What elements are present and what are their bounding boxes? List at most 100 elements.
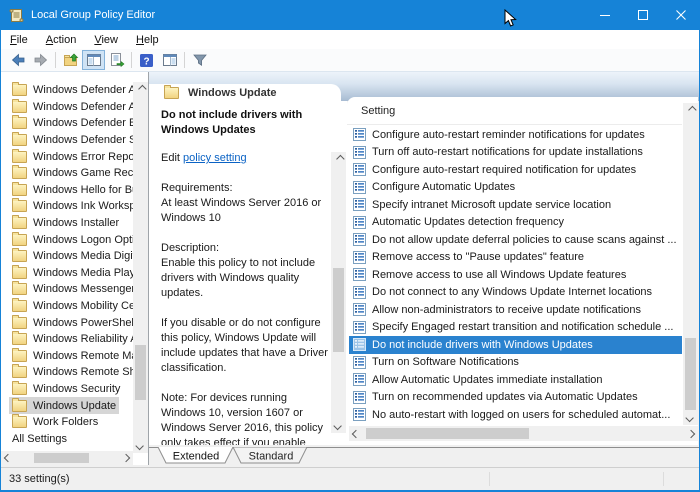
setting-row-selected[interactable]: Do not include drivers with Windows Upda… bbox=[349, 336, 682, 354]
tree-item[interactable]: Windows Logon Opti bbox=[1, 231, 133, 248]
tree-item-label: Windows Defender Ex bbox=[33, 117, 133, 130]
show-console-tree-icon[interactable] bbox=[82, 50, 105, 70]
scroll-down-button[interactable] bbox=[683, 411, 698, 425]
setting-label: Do not allow update deferral policies to… bbox=[372, 233, 677, 246]
local-group-policy-editor-window: Local Group Policy Editor File Action Vi… bbox=[0, 0, 700, 492]
tree-item[interactable]: Windows Reliability A bbox=[1, 331, 133, 348]
setting-row[interactable]: Automatic Updates detection frequency bbox=[349, 214, 682, 232]
folder-icon bbox=[12, 198, 27, 213]
tree-item[interactable]: Windows Defender A bbox=[1, 98, 133, 116]
edit-prefix: Edit bbox=[161, 152, 184, 164]
back-icon[interactable] bbox=[6, 50, 29, 70]
show-action-pane-icon[interactable] bbox=[158, 50, 181, 70]
setting-row[interactable]: Do not allow update deferral policies to… bbox=[349, 231, 682, 249]
setting-row[interactable]: Turn on recommended updates via Automati… bbox=[349, 389, 682, 407]
scroll-up-button[interactable] bbox=[331, 152, 346, 166]
tree-item[interactable]: Windows Game Reco bbox=[1, 165, 133, 182]
list-hscrollbar[interactable] bbox=[349, 426, 698, 441]
description-paragraph: Enable this policy to not include driver… bbox=[161, 257, 316, 299]
setting-row[interactable]: No auto-restart with logged on users for… bbox=[349, 406, 682, 424]
toolbar: ? bbox=[1, 49, 699, 72]
setting-column-header[interactable]: Setting bbox=[347, 97, 682, 125]
list-vscrollbar[interactable] bbox=[683, 103, 698, 425]
description-vscrollbar[interactable] bbox=[331, 152, 346, 433]
close-button[interactable] bbox=[662, 0, 699, 30]
tab-extended[interactable]: Extended bbox=[157, 446, 234, 464]
svg-text:?: ? bbox=[143, 56, 149, 67]
description-paragraph: Note: For devices running Windows 10, ve… bbox=[161, 392, 324, 445]
tree-item[interactable]: Windows Error Repor bbox=[1, 148, 133, 165]
policy-setting-icon bbox=[353, 285, 366, 299]
tree-item[interactable]: Windows Remote Sh bbox=[1, 364, 133, 381]
setting-label: Turn on recommended updates via Automati… bbox=[372, 391, 638, 404]
menu-action[interactable]: Action bbox=[37, 34, 86, 46]
policy-setting-icon bbox=[353, 215, 366, 229]
tree-item[interactable]: Windows Update bbox=[1, 397, 133, 414]
menu-help[interactable]: Help bbox=[127, 34, 168, 46]
setting-row[interactable]: Remove access to "Pause updates" feature bbox=[349, 249, 682, 267]
menu-file[interactable]: File bbox=[1, 34, 37, 46]
scroll-up-button[interactable] bbox=[683, 103, 698, 117]
up-one-level-icon[interactable] bbox=[59, 50, 82, 70]
scrollbar-thumb[interactable] bbox=[333, 268, 344, 352]
setting-label: Turn on Software Notifications bbox=[372, 356, 519, 369]
scroll-down-button[interactable] bbox=[331, 419, 346, 433]
setting-row[interactable]: Configure auto-restart reminder notifica… bbox=[349, 126, 682, 144]
scroll-right-button[interactable] bbox=[684, 426, 698, 441]
svg-text:Standard: Standard bbox=[249, 451, 294, 463]
scrollbar-thumb[interactable] bbox=[34, 453, 89, 463]
policy-setting-link[interactable]: policy setting bbox=[183, 152, 247, 164]
tree-item[interactable]: Windows Mobility Ce bbox=[1, 298, 133, 315]
setting-row[interactable]: Do not connect to any Windows Update Int… bbox=[349, 284, 682, 302]
tree-item[interactable]: Windows Media Digit bbox=[1, 248, 133, 265]
tab-standard[interactable]: Standard bbox=[232, 446, 308, 464]
minimize-button[interactable] bbox=[586, 0, 624, 30]
setting-row[interactable]: Remove access to use all Windows Update … bbox=[349, 266, 682, 284]
setting-label: Configure auto-restart reminder notifica… bbox=[372, 128, 645, 141]
tree-item[interactable]: Windows Defender A bbox=[1, 82, 133, 99]
requirements-text: At least Windows Server 2016 or Windows … bbox=[161, 197, 322, 224]
setting-label: Automatic Updates detection frequency bbox=[372, 216, 565, 229]
tree-item[interactable]: Windows Remote Ma bbox=[1, 347, 133, 365]
setting-row[interactable]: Configure auto-restart required notifica… bbox=[349, 161, 682, 179]
scroll-up-button[interactable] bbox=[133, 82, 148, 96]
scroll-right-button[interactable] bbox=[119, 451, 133, 465]
tree-item[interactable]: Windows PowerShell bbox=[1, 314, 133, 331]
tree-item[interactable]: Windows Ink Worksp bbox=[1, 198, 133, 215]
tree-hscrollbar[interactable] bbox=[1, 451, 133, 465]
export-list-icon[interactable] bbox=[105, 50, 128, 70]
setting-row[interactable]: Turn on Software Notifications bbox=[349, 354, 682, 372]
tree-item[interactable]: Windows Messenger bbox=[1, 281, 133, 298]
tree-item[interactable]: Windows Installer bbox=[1, 215, 133, 232]
forward-icon[interactable] bbox=[29, 50, 52, 70]
scrollbar-thumb[interactable] bbox=[685, 338, 696, 410]
tree-item[interactable]: All Settings bbox=[1, 430, 133, 447]
scrollbar-thumb[interactable] bbox=[366, 428, 529, 439]
help-icon[interactable]: ? bbox=[135, 50, 158, 70]
setting-row[interactable]: Specify intranet Microsoft update servic… bbox=[349, 196, 682, 214]
scroll-down-button[interactable] bbox=[133, 439, 148, 453]
policy-setting-icon bbox=[353, 408, 366, 422]
tree-item[interactable]: Windows Defender Sm bbox=[1, 132, 133, 149]
tree-item-label: Windows Defender Sm bbox=[33, 134, 133, 147]
tree-item[interactable]: Windows Hello for Bu bbox=[1, 181, 133, 199]
setting-row[interactable]: Configure Automatic Updates bbox=[349, 179, 682, 197]
scrollbar-thumb[interactable] bbox=[135, 345, 146, 400]
tree-item[interactable]: Windows Security bbox=[1, 380, 133, 398]
title-bar[interactable]: Local Group Policy Editor bbox=[1, 0, 699, 30]
setting-row[interactable]: Allow Automatic Updates immediate instal… bbox=[349, 371, 682, 389]
maximize-button[interactable] bbox=[624, 0, 662, 30]
tree-vscrollbar[interactable] bbox=[133, 82, 148, 453]
setting-row[interactable]: Allow non-administrators to receive upda… bbox=[349, 301, 682, 319]
tree-item[interactable]: Windows Defender Ex bbox=[1, 115, 133, 132]
tree-item-label: Windows Update bbox=[33, 399, 117, 412]
menu-view[interactable]: View bbox=[85, 34, 127, 46]
filter-icon[interactable] bbox=[188, 50, 211, 70]
status-separator bbox=[663, 472, 664, 486]
tree-item[interactable]: Windows Media Play bbox=[1, 264, 133, 282]
setting-row[interactable]: Turn off auto-restart notifications for … bbox=[349, 144, 682, 162]
setting-row[interactable]: Specify Engaged restart transition and n… bbox=[349, 319, 682, 337]
tree-item[interactable]: Work Folders bbox=[1, 414, 133, 431]
scroll-left-button[interactable] bbox=[349, 426, 363, 441]
scroll-left-button[interactable] bbox=[1, 451, 15, 465]
